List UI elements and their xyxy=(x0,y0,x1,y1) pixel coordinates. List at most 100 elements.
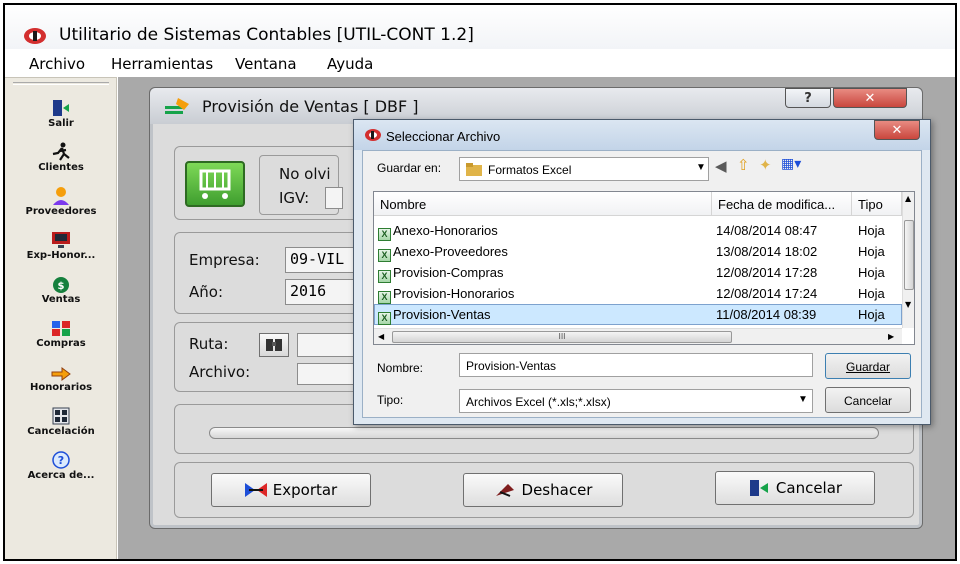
new-folder-icon[interactable]: ✦ xyxy=(759,156,772,174)
file-name-input[interactable]: Provision-Ventas xyxy=(459,353,813,377)
binoculars-icon xyxy=(266,339,282,351)
chevron-down-icon: ▼ xyxy=(696,162,706,173)
menu-archivo[interactable]: Archivo xyxy=(29,55,85,73)
list-item[interactable]: X Anexo-Proveedores 13/08/2014 18:02 Hoja xyxy=(374,241,902,262)
help-button[interactable]: ? xyxy=(785,88,831,108)
sidebar-item-label: Honorarios xyxy=(29,382,93,393)
hand-pointer-icon xyxy=(51,367,71,381)
help-icon: ? xyxy=(52,451,70,469)
svg-text:?: ? xyxy=(58,454,64,467)
excel-file-icon: X xyxy=(378,228,391,241)
toolbar-grip xyxy=(13,82,109,85)
sidebar-item-honorarios[interactable]: Honorarios xyxy=(5,362,117,393)
anio-field[interactable]: 2016 xyxy=(285,279,361,305)
user-icon xyxy=(53,187,69,205)
document-edit-icon xyxy=(165,98,189,114)
app-window: Utilitario de Sistemas Contables [UTIL-C… xyxy=(3,3,957,561)
cancel-button[interactable]: Cancelar xyxy=(825,387,911,413)
scroll-up-icon[interactable]: ▲ xyxy=(905,194,911,203)
undo-icon xyxy=(495,484,514,497)
menu-ayuda[interactable]: Ayuda xyxy=(327,55,373,73)
scroll-right-icon[interactable]: ▶ xyxy=(888,332,894,341)
sidebar-item-ventas[interactable]: $ Ventas xyxy=(5,274,117,305)
child-window-title: Provisión de Ventas [ DBF ] xyxy=(202,97,419,116)
horizontal-scrollbar[interactable]: ◀ III ▶ xyxy=(374,328,902,344)
sidebar-item-proveedores[interactable]: Proveedores xyxy=(5,186,117,217)
save-button[interactable]: Guardar xyxy=(825,353,911,379)
sidebar-item-label: Compras xyxy=(36,338,86,349)
dialog-title: Seleccionar Archivo xyxy=(386,129,501,144)
ruta-label: Ruta: xyxy=(189,335,229,353)
file-list: Nombre Fecha de modifica... Tipo X Anexo-… xyxy=(373,191,915,345)
excel-file-icon: X xyxy=(378,312,391,325)
list-item[interactable]: X Anexo-Honorarios 14/08/2014 08:47 Hoja xyxy=(374,220,902,241)
notice-text: No olvi xyxy=(279,165,331,183)
column-header-name[interactable]: Nombre xyxy=(374,192,712,216)
column-header-date[interactable]: Fecha de modifica... xyxy=(712,192,852,216)
sidebar-item-cancelacion[interactable]: Cancelación xyxy=(5,406,117,437)
up-folder-icon[interactable]: ⇧ xyxy=(737,156,750,174)
calculator-icon xyxy=(52,407,70,425)
scroll-down-icon[interactable]: ▼ xyxy=(905,300,911,309)
dialog-title-bar: Seleccionar Archivo ✕ xyxy=(354,120,930,150)
sidebar-item-compras[interactable]: Compras xyxy=(5,318,117,349)
sidebar-item-exp-honor[interactable]: Exp-Honor... xyxy=(5,230,117,261)
money-bag-icon: $ xyxy=(53,277,69,293)
save-file-dialog: Seleccionar Archivo ✕ Guardar en: Format… xyxy=(353,119,931,425)
sidebar-item-label: Cancelación xyxy=(27,426,95,437)
archivo-label: Archivo: xyxy=(189,363,251,381)
browse-folder-button[interactable] xyxy=(259,333,289,357)
exit-door-icon xyxy=(53,100,69,116)
sidebar-item-label: Acerca de... xyxy=(27,470,95,481)
title-bar: Utilitario de Sistemas Contables [UTIL-C… xyxy=(5,5,955,49)
app-logo-icon xyxy=(365,129,381,141)
sidebar-item-label: Salir xyxy=(48,118,74,129)
empresa-label: Empresa: xyxy=(189,251,260,269)
file-name-label: Nombre: xyxy=(377,361,424,375)
export-icon xyxy=(244,483,267,497)
exit-door-icon xyxy=(749,480,768,496)
chevron-down-icon: ▼ xyxy=(798,394,808,405)
save-in-dropdown[interactable]: Formatos Excel ▼ xyxy=(459,157,709,181)
scroll-left-icon[interactable]: ◀ xyxy=(378,332,384,341)
deshacer-button[interactable]: Deshacer xyxy=(463,473,623,507)
list-item-selected[interactable]: X Provision-Ventas 11/08/2014 08:39 Hoja xyxy=(374,304,902,325)
cart-icon xyxy=(185,161,245,207)
file-type-label: Tipo: xyxy=(377,393,404,407)
sidebar-item-label: Ventas xyxy=(41,294,81,305)
vertical-scrollbar[interactable]: ▲ ▼ xyxy=(902,192,914,328)
window-title: Utilitario de Sistemas Contables [UTIL-C… xyxy=(59,25,474,45)
igv-label: IGV: xyxy=(279,189,310,207)
igv-field[interactable] xyxy=(325,187,343,209)
column-header-type[interactable]: Tipo xyxy=(852,192,902,216)
close-button[interactable]: ✕ xyxy=(833,88,907,108)
list-item[interactable]: X Provision-Compras 12/08/2014 17:28 Hoja xyxy=(374,262,902,283)
actions-group: Exportar Deshacer Cancelar xyxy=(174,462,914,518)
view-menu-icon[interactable]: ▦▾ xyxy=(781,156,801,172)
sidebar-item-label: Proveedores xyxy=(25,206,97,217)
running-man-icon xyxy=(52,142,70,161)
exportar-button[interactable]: Exportar xyxy=(211,473,371,507)
cancelar-button[interactable]: Cancelar xyxy=(715,471,875,505)
progress-bar xyxy=(209,427,879,439)
scrollbar-thumb[interactable] xyxy=(904,220,914,290)
dialog-close-button[interactable]: ✕ xyxy=(874,120,920,140)
scrollbar-thumb[interactable]: III xyxy=(392,331,732,343)
sidebar-item-clientes[interactable]: Clientes xyxy=(5,142,117,173)
excel-file-icon: X xyxy=(378,291,391,304)
shopping-icon xyxy=(52,321,70,336)
save-in-label: Guardar en: xyxy=(377,161,442,175)
folder-icon xyxy=(466,163,482,176)
menu-herramientas[interactable]: Herramientas xyxy=(111,55,213,73)
menu-ventana[interactable]: Ventana xyxy=(235,55,297,73)
file-type-dropdown[interactable]: Archivos Excel (*.xls;*.xlsx) ▼ xyxy=(459,389,813,413)
sidebar-item-salir[interactable]: Salir xyxy=(5,98,117,129)
excel-file-icon: X xyxy=(378,270,391,283)
left-toolbar: Salir Clientes Proveedores Exp-Honor... … xyxy=(5,77,117,559)
back-icon[interactable]: ◀ xyxy=(715,157,727,175)
app-logo-icon xyxy=(24,28,46,44)
sidebar-item-acerca[interactable]: ? Acerca de... xyxy=(5,450,117,481)
list-item[interactable]: X Provision-Honorarios 12/08/2014 17:24 H… xyxy=(374,283,902,304)
empresa-field[interactable]: 09-VIL xyxy=(285,247,361,273)
svg-text:$: $ xyxy=(58,281,65,292)
